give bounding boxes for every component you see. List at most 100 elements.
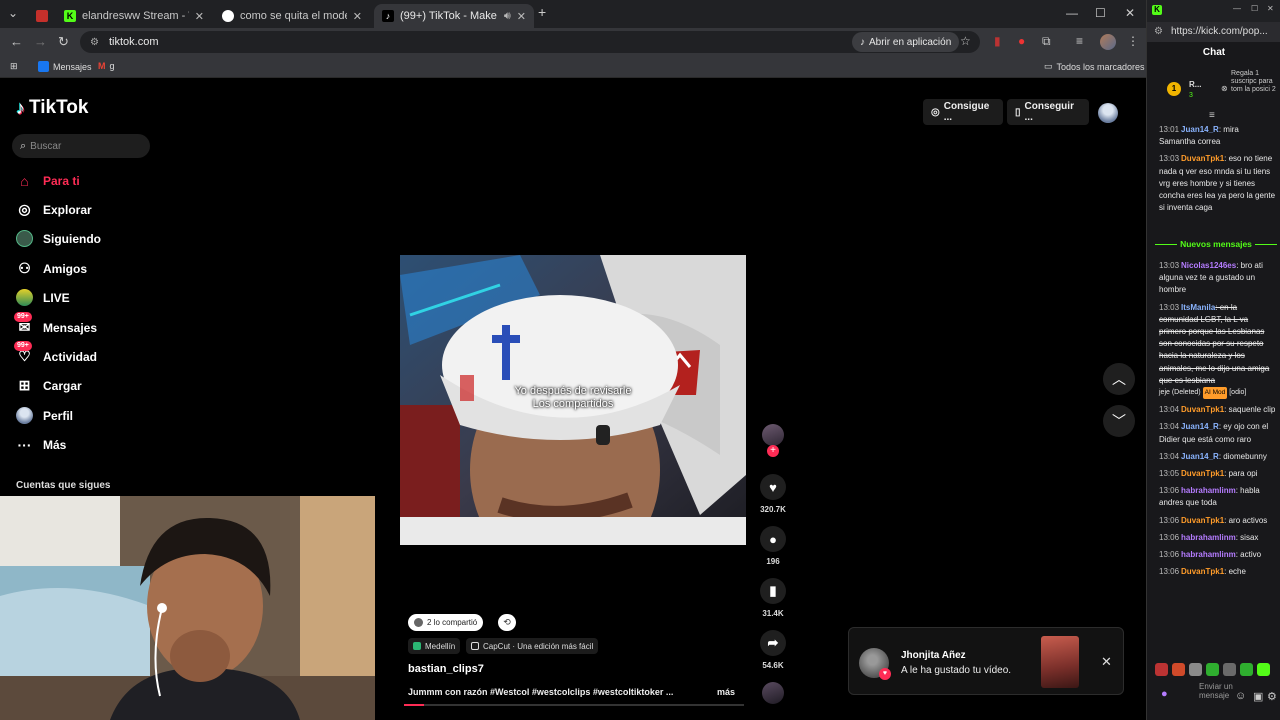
- sidebar-item-live[interactable]: LIVE: [16, 289, 70, 306]
- menu-icon[interactable]: ⋮: [1127, 34, 1139, 48]
- chat-input[interactable]: ● Enviar un mensaje: [1155, 682, 1245, 712]
- search-input[interactable]: [30, 140, 131, 152]
- message-username[interactable]: Juan14_R: [1181, 125, 1219, 134]
- back-icon[interactable]: ←: [10, 34, 23, 49]
- address-bar[interactable]: ⚙ tiktok.com: [80, 31, 980, 53]
- reload-icon[interactable]: ↻: [58, 34, 69, 50]
- creator-avatar[interactable]: [762, 424, 784, 446]
- comment-icon[interactable]: ●: [760, 526, 786, 552]
- tab-2[interactable]: como se quita el moderador de ✕: [214, 4, 370, 28]
- message-username[interactable]: ItsManila: [1181, 303, 1215, 312]
- heart-icon[interactable]: ♥: [760, 474, 786, 500]
- previous-video-button[interactable]: ︿: [1103, 363, 1135, 395]
- forward-icon[interactable]: →: [34, 34, 47, 49]
- emote-icon[interactable]: [1223, 662, 1236, 676]
- get-coins-button[interactable]: ◎ Consigue ...: [923, 99, 1003, 125]
- extensions-puzzle-icon[interactable]: ⧉: [1042, 34, 1051, 49]
- share-action[interactable]: ➦ 54.6K: [758, 630, 788, 670]
- save-action[interactable]: ▮ 31.4K: [758, 578, 788, 618]
- maximize-icon[interactable]: ☐: [1251, 4, 1258, 13]
- speaker-icon[interactable]: 🔊︎: [504, 10, 511, 23]
- music-disc-icon[interactable]: [762, 682, 784, 704]
- sidebar-item-amigos[interactable]: ⚇ Amigos: [16, 260, 87, 277]
- emote-icon[interactable]: [1206, 662, 1219, 676]
- search-box[interactable]: ⌕: [12, 134, 150, 158]
- tab-3[interactable]: ♪ (99+) TikTok - Make Your Da 🔊︎ ✕: [374, 4, 534, 28]
- capcut-chip[interactable]: CapCut · Una edición más fácil: [466, 638, 599, 654]
- tab-0[interactable]: [28, 4, 54, 28]
- sidebar-item-para-ti[interactable]: ⌂ Para ti: [16, 172, 79, 189]
- message-username[interactable]: DuvanTpk1: [1181, 567, 1224, 576]
- emote-icon[interactable]: [1257, 662, 1270, 676]
- emote-icon[interactable]: [1155, 662, 1168, 676]
- star-icon[interactable]: ☆: [960, 34, 971, 48]
- emote-icon[interactable]: [1240, 662, 1253, 676]
- media-control-icon[interactable]: ≡: [1076, 34, 1083, 48]
- close-icon[interactable]: ✕: [1101, 654, 1112, 670]
- video-progress[interactable]: [404, 704, 744, 706]
- follow-plus-icon[interactable]: +: [767, 445, 779, 457]
- location-chip[interactable]: Medellín: [408, 638, 461, 654]
- author-name[interactable]: bastian_clips7: [408, 663, 484, 675]
- profile-avatar[interactable]: [1098, 103, 1118, 123]
- site-info-icon[interactable]: ⚙: [90, 37, 99, 48]
- like-notification[interactable]: ♥ Jhonjita Añez A le ha gustado tu vídeo…: [848, 627, 1124, 695]
- chat-url[interactable]: ⚙ https://kick.com/pop...: [1147, 22, 1280, 42]
- sidebar-item-siguiendo[interactable]: Siguiendo: [16, 230, 101, 247]
- message-username[interactable]: DuvanTpk1: [1181, 516, 1224, 525]
- message-username[interactable]: Juan14_R: [1181, 422, 1219, 431]
- gift-box-icon[interactable]: ▣: [1253, 690, 1263, 703]
- next-video-button[interactable]: ﹀: [1103, 405, 1135, 437]
- sidebar-item-mensajes[interactable]: ✉ 99+ Mensajes: [14, 312, 97, 336]
- emoji-icon[interactable]: ☺: [1235, 690, 1246, 702]
- sidebar-item-cargar[interactable]: ⊞ Cargar: [16, 377, 82, 394]
- close-icon[interactable]: ✕: [353, 10, 362, 23]
- bookmark-icon[interactable]: ▮: [760, 578, 786, 604]
- message-username[interactable]: DuvanTpk1: [1181, 405, 1224, 414]
- tab-1[interactable]: K elandresww Stream - Watch Liv ✕: [56, 4, 212, 28]
- sidebar-item-actividad[interactable]: ♡ 99+ Actividad: [14, 341, 97, 365]
- message-username[interactable]: habrahamlinm: [1181, 550, 1236, 559]
- repost-icon[interactable]: ⟲: [498, 614, 516, 631]
- extension-icon[interactable]: ●: [1018, 34, 1025, 48]
- mic-icon[interactable]: ●: [1161, 689, 1168, 700]
- close-window-icon[interactable]: ✕: [1125, 6, 1135, 20]
- shared-by-chip[interactable]: 2 lo compartió: [408, 614, 484, 631]
- bookmark-mensajes[interactable]: Mensajes: [38, 61, 92, 72]
- profile-avatar[interactable]: [1100, 34, 1116, 50]
- sidebar-item-explorar[interactable]: ◎ Explorar: [16, 201, 91, 218]
- maximize-icon[interactable]: ☐: [1095, 6, 1106, 20]
- emote-icon[interactable]: [1189, 662, 1202, 676]
- emote-icon[interactable]: [1172, 662, 1185, 676]
- bookmark-g[interactable]: M g: [98, 61, 115, 71]
- message-username[interactable]: habrahamlinm: [1181, 486, 1236, 495]
- sidebar-item-perfil[interactable]: Perfil: [16, 407, 73, 424]
- message-username[interactable]: DuvanTpk1: [1181, 154, 1224, 163]
- gift-leaderboard[interactable]: 1 R... 3 ⊗ Regala 1 suscripc para tom la…: [1157, 70, 1280, 110]
- tiktok-logo[interactable]: ♪ TikTok: [16, 97, 88, 119]
- close-icon[interactable]: ✕: [517, 10, 526, 23]
- get-app-button[interactable]: ▯ Conseguir ...: [1007, 99, 1089, 125]
- open-in-app-button[interactable]: ♪ Abrir en aplicación: [852, 32, 960, 52]
- video-thumbnail[interactable]: [1041, 636, 1079, 688]
- message-username[interactable]: DuvanTpk1: [1181, 469, 1224, 478]
- minimize-icon[interactable]: —: [1066, 6, 1078, 20]
- close-icon[interactable]: ✕: [195, 10, 204, 23]
- new-tab-button[interactable]: +: [538, 4, 546, 20]
- comment-action[interactable]: ● 196: [758, 526, 788, 566]
- message-username[interactable]: Nicolas1246es: [1181, 261, 1236, 270]
- extension-icon[interactable]: ▮: [994, 34, 1001, 48]
- minimize-icon[interactable]: —: [1233, 4, 1241, 13]
- apps-icon[interactable]: ⊞: [10, 61, 18, 72]
- message-username[interactable]: Juan14_R: [1181, 452, 1219, 461]
- tab-search-icon[interactable]: ⌄: [8, 6, 18, 20]
- filter-icon[interactable]: ≡: [1209, 110, 1215, 121]
- like-action[interactable]: ♥ 320.7K: [758, 474, 788, 514]
- settings-icon[interactable]: ⚙: [1267, 690, 1277, 703]
- sidebar-item-mas[interactable]: ··· Más: [16, 436, 67, 453]
- more-link[interactable]: más: [717, 687, 735, 697]
- message-username[interactable]: habrahamlinm: [1181, 533, 1236, 542]
- share-icon[interactable]: ➦: [760, 630, 786, 656]
- close-window-icon[interactable]: ✕: [1267, 4, 1274, 13]
- all-bookmarks[interactable]: ▭ Todos los marcadores: [1044, 61, 1145, 72]
